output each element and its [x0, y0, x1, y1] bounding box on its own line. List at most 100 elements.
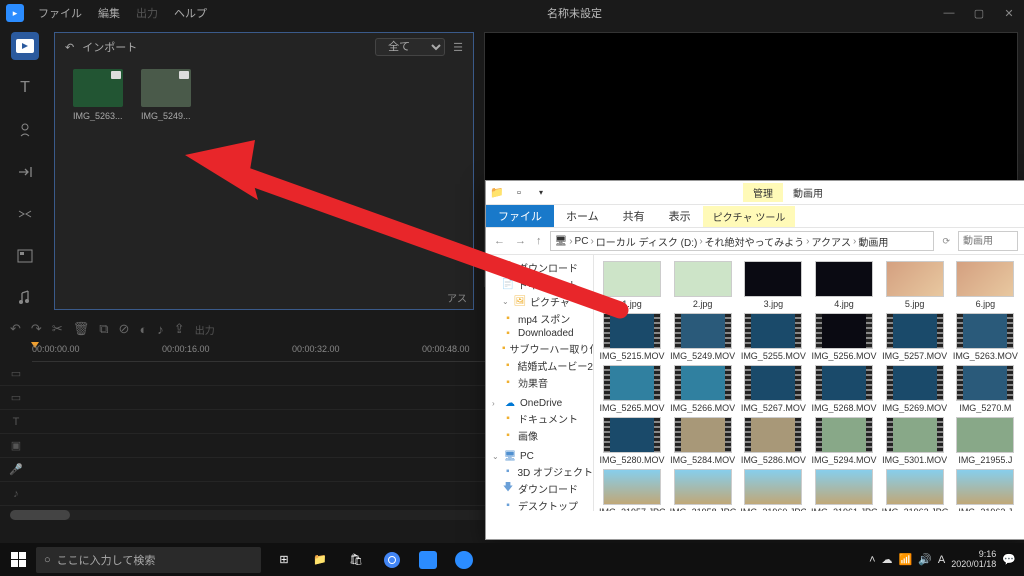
tree-onedrive[interactable]: ›☁OneDrive [486, 397, 593, 410]
file-item[interactable]: 3.jpg [739, 261, 807, 309]
file-item[interactable]: IMG_5249.MOV [669, 313, 737, 361]
file-item[interactable]: IMG_5215.MOV [598, 313, 666, 361]
file-item[interactable]: IMG_5286.MOV [739, 417, 807, 465]
crop-button[interactable]: ⧉ [99, 321, 108, 337]
transition-tool[interactable] [11, 158, 39, 186]
tree-sfx[interactable]: ▪効果音 [486, 374, 593, 391]
dropdown-icon[interactable]: ▾ [530, 188, 552, 197]
tree-pc-3d[interactable]: ▪3D オブジェクト [486, 463, 593, 480]
media-tool[interactable] [11, 32, 39, 60]
app-taskbar-icon[interactable] [411, 546, 445, 574]
trash-button[interactable]: 🗑 [73, 321, 90, 337]
tray-ime-icon[interactable]: A [938, 554, 945, 566]
audio-tool[interactable] [11, 284, 39, 312]
tree-documents[interactable]: 📄ドキュメント [486, 276, 593, 293]
cut-button[interactable]: ✂ [52, 321, 63, 337]
text-tool[interactable]: T [11, 74, 39, 102]
tree-od-docs[interactable]: ▪ドキュメント [486, 410, 593, 427]
file-item[interactable]: IMG_21958.JPG [669, 469, 737, 511]
file-item[interactable]: IMG_5256.MOV [810, 313, 878, 361]
tab-home[interactable]: ホーム [554, 205, 611, 227]
track-overlay2-icon[interactable]: ▭ [0, 391, 32, 404]
search-input[interactable] [958, 231, 1018, 251]
file-item[interactable]: IMG_21955.J [951, 417, 1019, 465]
tree-od-images[interactable]: ▪画像 [486, 427, 593, 444]
file-item[interactable]: IMG_5267.MOV [739, 365, 807, 413]
file-item[interactable]: IMG_21957.JPG [598, 469, 666, 511]
track-audio-icon[interactable]: ♪ [0, 488, 32, 500]
file-item[interactable]: IMG_5284.MOV [669, 417, 737, 465]
file-item[interactable]: IMG_5301.MOV [881, 417, 949, 465]
speed-button[interactable]: ⊘ [119, 321, 130, 337]
nav-back[interactable]: ← [492, 235, 507, 247]
chrome-icon[interactable] [375, 546, 409, 574]
file-item[interactable]: 1.jpg [598, 261, 666, 309]
tree-pc-dl[interactable]: 🡇ダウンロード [486, 480, 593, 497]
file-item[interactable]: IMG_21963.J [951, 469, 1019, 511]
tab-view[interactable]: 表示 [657, 205, 703, 227]
file-item[interactable]: IMG_21961.JPG [810, 469, 878, 511]
start-button[interactable] [0, 552, 36, 567]
tab-picture-tools[interactable]: ピクチャ ツール [703, 206, 796, 227]
file-item[interactable]: IMG_21960.JPG [739, 469, 807, 511]
close-button[interactable]: ✕ [994, 0, 1024, 26]
file-item[interactable]: IMG_5257.MOV [881, 313, 949, 361]
menu-help[interactable]: ヘルプ [166, 5, 215, 21]
media-item[interactable]: IMG_5249.... [141, 69, 191, 121]
file-item[interactable]: IMG_5294.MOV [810, 417, 878, 465]
color-button[interactable]: ◐ [139, 322, 147, 337]
file-item[interactable]: IMG_5269.MOV [881, 365, 949, 413]
quick-access-icon[interactable]: ▫ [508, 187, 530, 199]
tray-chevron-icon[interactable]: ˄ [869, 554, 875, 566]
nav-forward[interactable]: → [513, 235, 528, 247]
undo-button[interactable]: ↶ [10, 321, 21, 337]
effects-tool[interactable] [11, 116, 39, 144]
tray-network-icon[interactable]: 📶 [899, 553, 913, 566]
store-icon[interactable]: 🛍 [339, 546, 373, 574]
tray-volume-icon[interactable]: 🔊 [918, 553, 932, 566]
tree-downloads[interactable]: 🡇ダウンロード [486, 259, 593, 276]
split-tool[interactable] [11, 200, 39, 228]
file-item[interactable]: 6.jpg [951, 261, 1019, 309]
file-item[interactable]: IMG_5263.MOV [951, 313, 1019, 361]
tab-file[interactable]: ファイル [486, 205, 554, 227]
taskbar-search[interactable]: ○ ここに入力して検索 [36, 547, 261, 573]
track-text-icon[interactable]: T [0, 416, 32, 428]
media-item[interactable]: IMG_5263.... [73, 69, 123, 121]
file-item[interactable]: IMG_5270.M [951, 365, 1019, 413]
tree-pc-desk[interactable]: ▪デスクトップ [486, 497, 593, 511]
file-item[interactable]: 2.jpg [669, 261, 737, 309]
redo-button[interactable]: ↷ [31, 321, 42, 337]
file-item[interactable]: IMG_5266.MOV [669, 365, 737, 413]
export-button[interactable]: ⇪ [174, 321, 185, 337]
overlay-tool[interactable] [11, 242, 39, 270]
file-pane[interactable]: 1.jpg2.jpg3.jpg4.jpg5.jpg6.jpgIMG_5215.M… [594, 255, 1024, 511]
tree-mp4[interactable]: ▪mp4 スポン [486, 310, 593, 327]
breadcrumb[interactable]: 🖥 › PC› ローカル ディスク (D:)› それ絶対やってみよう› アクアス… [550, 231, 935, 251]
tree-pictures[interactable]: ⌄🖼ピクチャ [486, 293, 593, 310]
track-video-icon[interactable]: ▣ [0, 439, 32, 452]
file-item[interactable]: IMG_21962.JPG [881, 469, 949, 511]
refresh-button[interactable]: ⟳ [940, 236, 952, 247]
file-item[interactable]: IMG_5280.MOV [598, 417, 666, 465]
task-view-icon[interactable]: ⊞ [267, 546, 301, 574]
minimize-button[interactable]: — [934, 0, 964, 26]
menu-edit[interactable]: 編集 [90, 5, 128, 21]
import-button[interactable]: インポート [82, 39, 137, 55]
tree-downloaded[interactable]: ▪Downloaded [486, 327, 593, 340]
maximize-button[interactable]: ▢ [964, 0, 994, 26]
file-item[interactable]: 5.jpg [881, 261, 949, 309]
tray-cloud-icon[interactable]: ☁ [882, 553, 893, 566]
file-item[interactable]: IMG_5255.MOV [739, 313, 807, 361]
file-item[interactable]: IMG_5265.MOV [598, 365, 666, 413]
nav-up[interactable]: ↑ [534, 235, 544, 247]
tree-wedding[interactable]: ▪結婚式ムービー2 [486, 357, 593, 374]
menu-file[interactable]: ファイル [30, 5, 90, 21]
file-item[interactable]: IMG_5268.MOV [810, 365, 878, 413]
filter-select[interactable]: 全て [375, 38, 445, 56]
volume-button[interactable]: ♪ [157, 322, 164, 337]
tab-share[interactable]: 共有 [611, 205, 657, 227]
taskbar-clock[interactable]: 9:16 2020/01/18 [951, 550, 996, 570]
explorer-taskbar-icon[interactable]: 📁 [303, 546, 337, 574]
track-mic-icon[interactable]: 🎤 [0, 463, 32, 476]
